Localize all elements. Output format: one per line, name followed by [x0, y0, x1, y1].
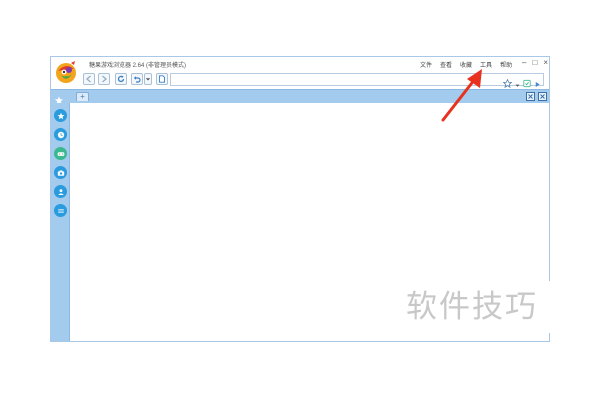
menu-icon[interactable] — [54, 204, 67, 217]
maximize-button[interactable]: □ — [532, 59, 537, 67]
app-logo-icon — [53, 59, 79, 85]
camera-icon[interactable] — [54, 166, 67, 179]
user-icon[interactable] — [54, 185, 67, 198]
watermark-text: 软件技巧 — [400, 281, 560, 333]
star-icon[interactable] — [54, 92, 64, 105]
undo-icon[interactable] — [131, 73, 143, 85]
gamepad-icon[interactable] — [54, 147, 67, 160]
refresh-icon[interactable] — [115, 73, 127, 85]
forward-icon[interactable] — [98, 73, 110, 85]
star-icon[interactable] — [54, 109, 67, 122]
screenshot-canvas: 糖果游戏浏览器 2.64 (非管理员模式) 文件 查看 收藏 工具 帮助 – □… — [0, 0, 600, 400]
close-button[interactable]: × — [543, 59, 548, 67]
sidebar — [51, 103, 70, 341]
menu-item-favorites[interactable]: 收藏 — [460, 60, 472, 69]
new-page-icon[interactable] — [156, 73, 168, 85]
menu-item-tools[interactable]: 工具 — [480, 60, 492, 69]
address-bar — [170, 73, 544, 89]
minimize-button[interactable]: – — [522, 59, 526, 67]
tab-bar: + — [51, 89, 549, 105]
menu-item-view[interactable]: 查看 — [440, 60, 452, 69]
title-bar: 糖果游戏浏览器 2.64 (非管理员模式) 文件 查看 收藏 工具 帮助 – □… — [51, 57, 549, 72]
menu-bar: 文件 查看 收藏 工具 帮助 — [420, 60, 512, 69]
address-input[interactable] — [175, 74, 495, 85]
dropdown-icon[interactable] — [144, 73, 152, 85]
window-controls: – □ × — [522, 59, 548, 67]
new-tab-button[interactable]: + — [76, 92, 89, 101]
tab-list-icon[interactable] — [526, 92, 535, 101]
toolbar — [51, 72, 549, 89]
close-tab-icon[interactable] — [538, 92, 547, 101]
menu-item-file[interactable]: 文件 — [420, 60, 432, 69]
back-icon[interactable] — [83, 73, 95, 85]
menu-item-help[interactable]: 帮助 — [500, 60, 512, 69]
window-title: 糖果游戏浏览器 2.64 (非管理员模式) — [89, 63, 187, 69]
clock-icon[interactable] — [54, 128, 67, 141]
